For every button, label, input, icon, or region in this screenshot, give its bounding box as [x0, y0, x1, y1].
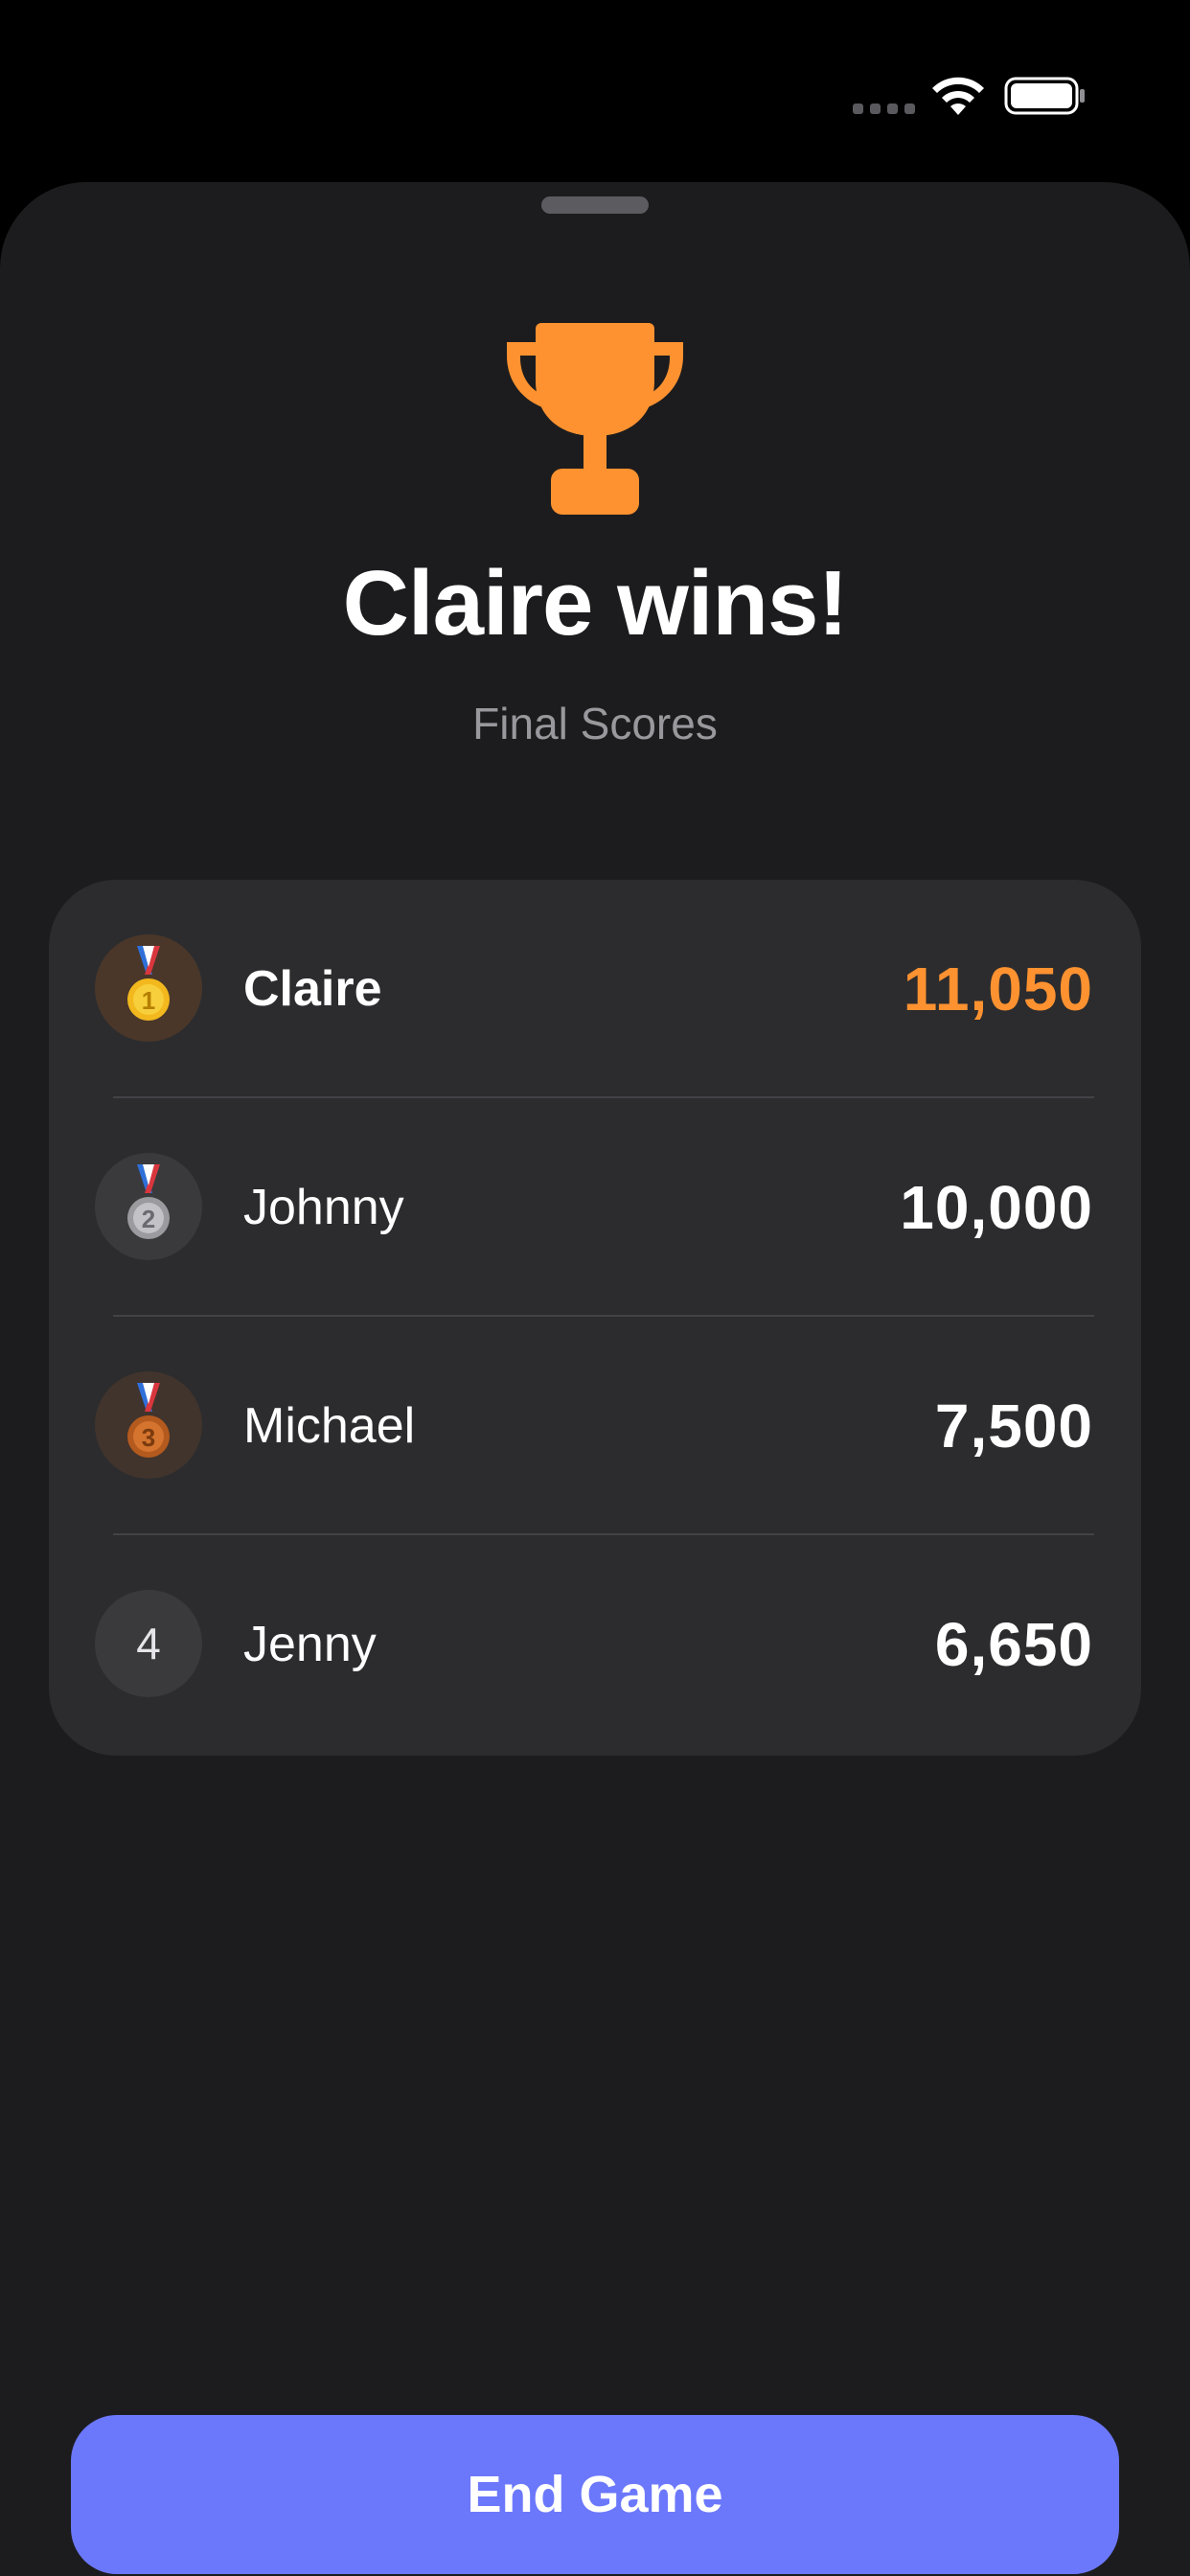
- svg-text:2: 2: [142, 1205, 155, 1233]
- final-scores-subtitle: Final Scores: [472, 699, 718, 748]
- svg-text:3: 3: [142, 1423, 155, 1452]
- silver-medal-icon: 2: [95, 1153, 202, 1260]
- wifi-icon: [932, 77, 984, 115]
- score-row-3: 3 Michael 7,500: [49, 1317, 1141, 1535]
- results-sheet: Claire wins! Final Scores 1 Claire 11,05…: [0, 182, 1190, 2576]
- rank-number-badge: 4: [95, 1590, 202, 1697]
- player-score: 7,500: [934, 1392, 1093, 1460]
- cellular-signal-icon: [853, 104, 915, 114]
- sheet-grabber[interactable]: [541, 196, 649, 214]
- winner-title: Claire wins!: [342, 552, 849, 655]
- player-name: Johnny: [243, 1180, 404, 1235]
- score-row-4: 4 Jenny 6,650: [49, 1535, 1141, 1754]
- score-row-1: 1 Claire 11,050: [49, 880, 1141, 1098]
- battery-icon: [1004, 77, 1085, 115]
- score-row-2: 2 Johnny 10,000: [49, 1098, 1141, 1317]
- gold-medal-icon: 1: [95, 934, 202, 1042]
- player-score: 6,650: [934, 1610, 1093, 1679]
- trophy-icon: [507, 323, 683, 515]
- status-bar: [0, 0, 1190, 182]
- bronze-medal-icon: 3: [95, 1371, 202, 1479]
- player-name: Jenny: [243, 1617, 377, 1672]
- player-score: 10,000: [900, 1173, 1093, 1242]
- svg-text:1: 1: [142, 986, 155, 1015]
- rank-number: 4: [136, 1619, 161, 1668]
- player-name: Claire: [243, 961, 382, 1017]
- scores-card: 1 Claire 11,050 2 Johnny 10,000 3 Michae…: [49, 880, 1141, 1756]
- end-game-button[interactable]: End Game: [71, 2415, 1119, 2574]
- player-name: Michael: [243, 1398, 416, 1454]
- player-score: 11,050: [903, 954, 1093, 1024]
